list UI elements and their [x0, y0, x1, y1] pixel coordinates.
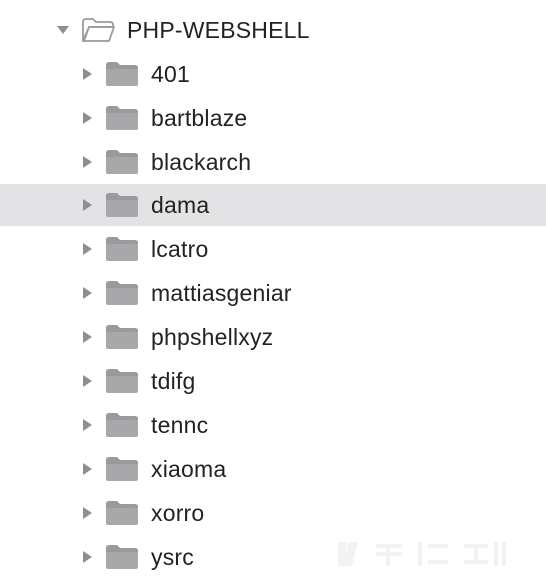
- tree-item-phpshellxyz[interactable]: phpshellxyz: [0, 316, 546, 358]
- tree-item-label: tennc: [151, 412, 209, 438]
- file-tree: PHP-WEBSHELL 401 bartblaze blackarch dama lc…: [0, 0, 546, 580]
- folder-icon: [105, 412, 139, 438]
- tree-item-label: dama: [151, 192, 210, 218]
- tree-item-label: tdifg: [151, 368, 196, 394]
- folder-icon: [105, 61, 139, 87]
- tree-item-label: ysrc: [151, 544, 194, 570]
- tree-item-xorro[interactable]: xorro: [0, 492, 546, 534]
- tree-root-label: PHP-WEBSHELL: [127, 17, 310, 43]
- disclosure-collapsed-icon[interactable]: [80, 286, 94, 300]
- tree-item-label: xiaoma: [151, 456, 227, 482]
- disclosure-collapsed-icon[interactable]: [80, 67, 94, 81]
- tree-item-tdifg[interactable]: tdifg: [0, 360, 546, 402]
- tree-item-label: phpshellxyz: [151, 324, 274, 350]
- disclosure-collapsed-icon[interactable]: [80, 506, 94, 520]
- disclosure-collapsed-icon[interactable]: [80, 550, 94, 564]
- folder-open-icon: [81, 17, 115, 43]
- disclosure-collapsed-icon[interactable]: [80, 111, 94, 125]
- disclosure-collapsed-icon[interactable]: [80, 155, 94, 169]
- tree-item-label: blackarch: [151, 149, 252, 175]
- watermark-logo: [338, 542, 506, 566]
- folder-icon: [105, 456, 139, 482]
- tree-item-lcatro[interactable]: lcatro: [0, 228, 546, 270]
- folder-icon: [105, 544, 139, 570]
- folder-icon: [105, 280, 139, 306]
- folder-icon: [105, 500, 139, 526]
- folder-icon: [105, 324, 139, 350]
- tree-item-label: xorro: [151, 500, 205, 526]
- tree-item-label: lcatro: [151, 236, 209, 262]
- tree-item-label: 401: [151, 61, 190, 87]
- folder-icon: [105, 236, 139, 262]
- folder-icon: [105, 192, 139, 218]
- tree-item-label: mattiasgeniar: [151, 280, 292, 306]
- tree-item-xiaoma[interactable]: xiaoma: [0, 448, 546, 490]
- tree-item-tennc[interactable]: tennc: [0, 404, 546, 446]
- tree-item-label: bartblaze: [151, 105, 248, 131]
- tree-item-bartblaze[interactable]: bartblaze: [0, 97, 546, 139]
- disclosure-collapsed-icon[interactable]: [80, 374, 94, 388]
- folder-icon: [105, 149, 139, 175]
- disclosure-expanded-icon[interactable]: [56, 23, 70, 37]
- disclosure-collapsed-icon[interactable]: [80, 198, 94, 212]
- tree-item-mattiasgeniar[interactable]: mattiasgeniar: [0, 272, 546, 314]
- disclosure-collapsed-icon[interactable]: [80, 462, 94, 476]
- tree-item-401[interactable]: 401: [0, 53, 546, 95]
- tree-root-php-webshell[interactable]: PHP-WEBSHELL: [0, 9, 546, 51]
- tree-item-blackarch[interactable]: blackarch: [0, 141, 546, 183]
- folder-icon: [105, 105, 139, 131]
- folder-icon: [105, 368, 139, 394]
- disclosure-collapsed-icon[interactable]: [80, 330, 94, 344]
- disclosure-collapsed-icon[interactable]: [80, 418, 94, 432]
- disclosure-collapsed-icon[interactable]: [80, 242, 94, 256]
- tree-item-dama[interactable]: dama: [0, 184, 546, 226]
